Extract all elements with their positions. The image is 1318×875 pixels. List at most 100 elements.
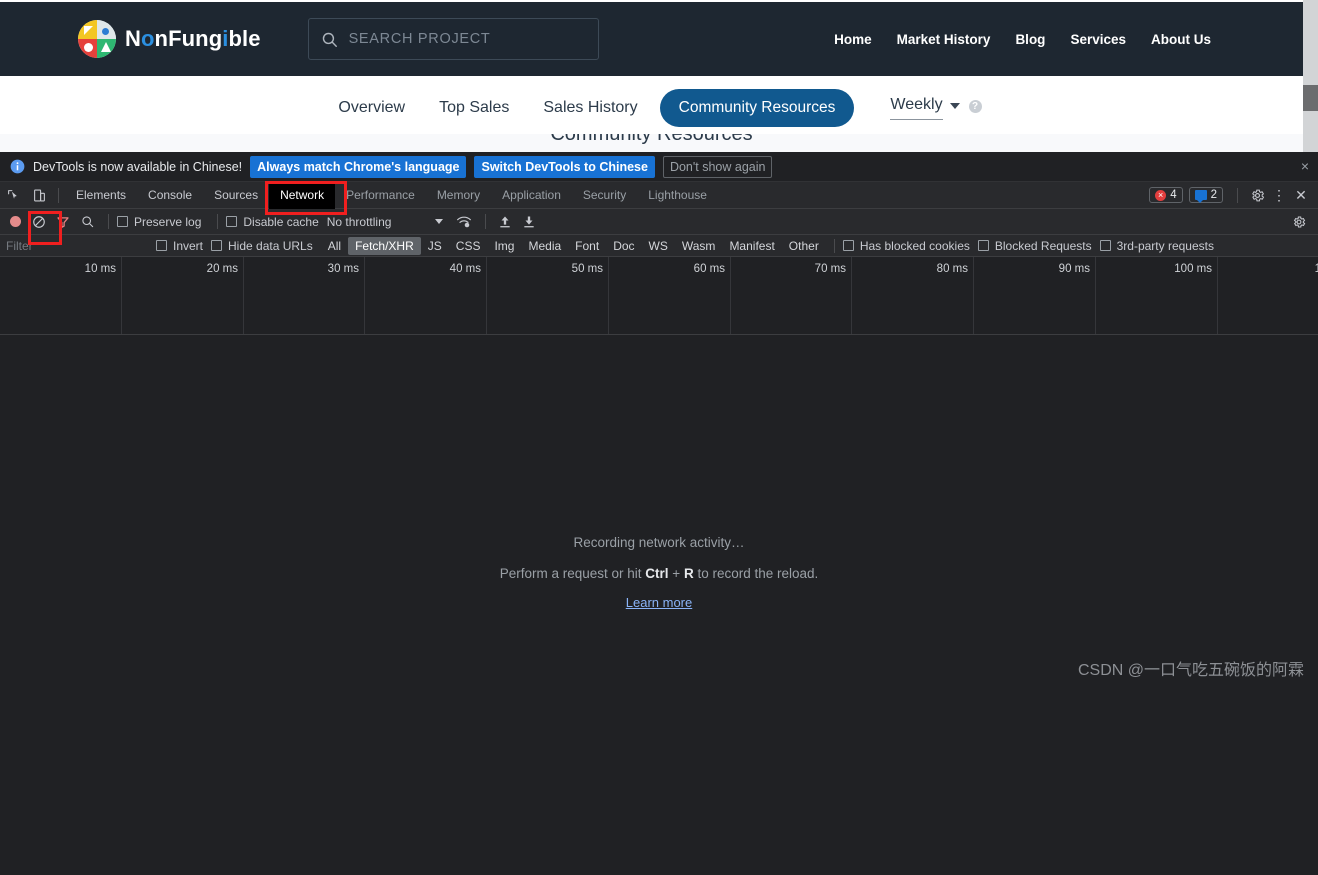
tab-security[interactable]: Security (572, 182, 637, 209)
page-scrollbar-thumb[interactable] (1303, 85, 1318, 111)
filter-type-ws[interactable]: WS (642, 237, 675, 255)
checkbox-box (117, 216, 128, 227)
page-scrollbar[interactable] (1303, 0, 1318, 152)
search-icon (322, 32, 337, 47)
invert-checkbox[interactable]: Invert (156, 239, 203, 253)
recording-status-text: Recording network activity… (573, 535, 745, 550)
period-selector[interactable]: Weekly ? (890, 96, 982, 120)
error-count-badge[interactable]: × 4 (1149, 187, 1183, 203)
tab-application[interactable]: Application (491, 182, 572, 209)
checkbox-box (977, 240, 989, 251)
filter-type-wasm[interactable]: Wasm (675, 237, 723, 255)
subtab-community-resources[interactable]: Community Resources (659, 89, 855, 127)
third-party-requests-label: 3rd-party requests (1116, 238, 1214, 253)
timeline-gridline (243, 257, 244, 334)
export-har-icon[interactable] (518, 211, 540, 233)
timeline-tick-label: 10 ms (84, 263, 116, 275)
filter-funnel-icon[interactable] (52, 211, 74, 233)
filter-type-img[interactable]: Img (487, 237, 521, 255)
more-vertical-icon[interactable]: ⋮ (1268, 184, 1290, 206)
network-conditions-icon[interactable] (453, 211, 475, 233)
timeline-gridline (851, 257, 852, 334)
nav-item-services[interactable]: Services (1070, 32, 1126, 47)
brand[interactable]: NonFungible (78, 20, 261, 58)
checkbox-box (1099, 240, 1111, 251)
error-count: 4 (1170, 189, 1177, 201)
filter-type-all[interactable]: All (321, 237, 348, 255)
tab-lighthouse[interactable]: Lighthouse (637, 182, 718, 209)
nav-item-blog[interactable]: Blog (1015, 32, 1045, 47)
network-settings-icon[interactable] (1288, 211, 1310, 233)
import-har-icon[interactable] (494, 211, 516, 233)
chevron-down-icon (949, 103, 960, 109)
divider (1237, 187, 1238, 203)
close-icon[interactable]: × (1301, 159, 1309, 173)
top-nav: Home Market History Blog Services About … (834, 32, 1211, 47)
network-timeline-ruler[interactable]: 10 ms 20 ms 30 ms 40 ms 50 ms 60 ms 70 ms 80 ms… (0, 257, 1318, 335)
tab-memory[interactable]: Memory (426, 182, 491, 209)
has-blocked-cookies-checkbox[interactable]: Has blocked cookies (842, 238, 970, 253)
record-button[interactable] (10, 216, 21, 227)
third-party-requests-checkbox[interactable]: 3rd-party requests (1099, 238, 1214, 253)
disable-cache-checkbox[interactable]: Disable cache (226, 215, 319, 229)
shortcut-key-r: R (683, 566, 694, 581)
timeline-tick-label: 90 ms (1058, 263, 1090, 275)
subtab-sales-history[interactable]: Sales History (526, 99, 654, 117)
timeline-gridline (364, 257, 365, 334)
timeline-tick-label: 70 ms (814, 263, 846, 275)
nonfungible-circle-logo-icon (78, 20, 116, 58)
filter-type-doc[interactable]: Doc (606, 237, 641, 255)
filter-type-media[interactable]: Media (521, 237, 568, 255)
tab-performance[interactable]: Performance (335, 182, 426, 209)
device-toolbar-icon[interactable] (26, 182, 52, 209)
help-circle-icon[interactable]: ? (968, 100, 982, 113)
checkbox-box (156, 240, 167, 251)
filter-type-other[interactable]: Other (782, 237, 826, 255)
timeline-gridline (973, 257, 974, 334)
throttling-select[interactable]: No throttling (327, 215, 392, 229)
close-icon[interactable]: ✕ (1290, 184, 1312, 206)
hint-plus: + (668, 566, 684, 581)
nav-item-market-history[interactable]: Market History (897, 32, 991, 47)
filter-input[interactable]: Filter (6, 239, 156, 253)
subtab-top-sales[interactable]: Top Sales (422, 99, 526, 117)
search-icon[interactable] (76, 211, 98, 233)
filter-type-js[interactable]: JS (421, 237, 449, 255)
tab-network[interactable]: Network (269, 181, 336, 209)
filter-type-font[interactable]: Font (568, 237, 606, 255)
tab-sources[interactable]: Sources (203, 182, 269, 209)
timeline-tick-label: 80 ms (936, 263, 968, 275)
checkbox-box (211, 240, 223, 251)
gear-icon[interactable] (1246, 184, 1268, 206)
chevron-down-icon[interactable] (435, 219, 444, 224)
subtab-overview[interactable]: Overview (321, 99, 422, 117)
search-input[interactable]: SEARCH PROJECT (307, 18, 599, 60)
has-blocked-cookies-label: Has blocked cookies (859, 238, 970, 253)
blocked-requests-label: Blocked Requests (994, 238, 1092, 253)
nav-item-about-us[interactable]: About Us (1151, 32, 1211, 47)
preserve-log-checkbox[interactable]: Preserve log (117, 215, 201, 229)
hide-data-urls-checkbox[interactable]: Hide data URLs (211, 239, 313, 253)
clear-network-log-icon[interactable] (28, 211, 50, 233)
divider (485, 214, 487, 229)
error-icon: × (1155, 189, 1167, 201)
nav-item-home[interactable]: Home (834, 32, 872, 47)
always-match-language-button[interactable]: Always match Chrome's language (250, 155, 467, 178)
learn-more-link[interactable]: Learn more (0, 595, 1318, 610)
tab-console[interactable]: Console (137, 182, 203, 209)
filter-type-fetch-xhr[interactable]: Fetch/XHR (348, 236, 421, 255)
switch-devtools-to-chinese-button[interactable]: Switch DevTools to Chinese (474, 155, 655, 178)
message-count-badge[interactable]: 2 (1188, 187, 1223, 203)
timeline-gridline (486, 257, 487, 334)
divider (833, 238, 835, 253)
tab-elements[interactable]: Elements (65, 182, 137, 209)
browser-page-viewport: NonFungible SEARCH PROJECT Home Market H… (0, 0, 1318, 152)
dont-show-again-button[interactable]: Don't show again (662, 155, 773, 178)
filter-type-css[interactable]: CSS (449, 237, 488, 255)
shortcut-key-ctrl: Ctrl (645, 566, 669, 581)
filter-type-manifest[interactable]: Manifest (722, 237, 781, 255)
inspect-element-icon[interactable] (0, 182, 26, 209)
divider (58, 187, 59, 203)
page-title-clipped: Community Resources (0, 134, 1303, 152)
blocked-requests-checkbox[interactable]: Blocked Requests (977, 238, 1092, 253)
